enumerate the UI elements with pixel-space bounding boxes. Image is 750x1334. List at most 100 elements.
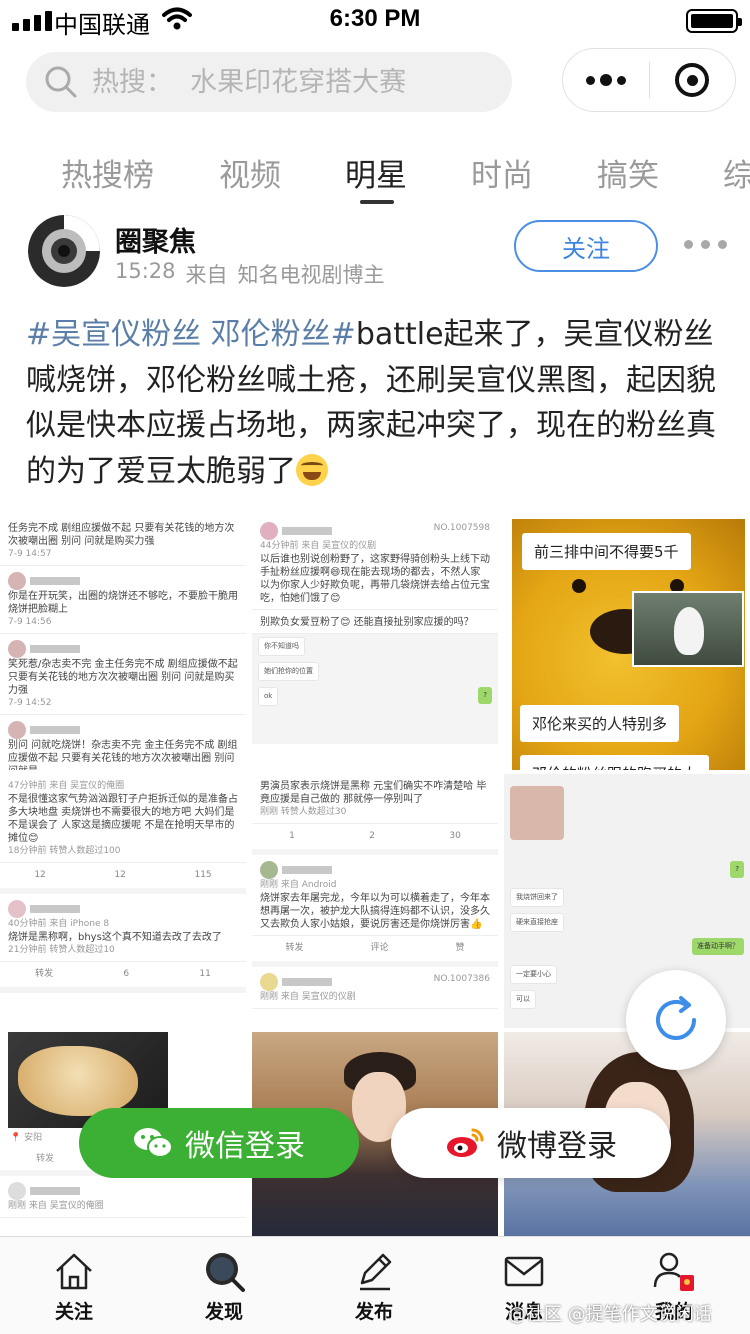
- post-stats: 18分钟前 转赞人数超过100: [8, 846, 121, 856]
- tab-more[interactable]: 综: [723, 150, 750, 195]
- like-count: 115: [194, 870, 212, 880]
- search-icon: [45, 66, 77, 98]
- post-row: 刚刚 来自 Android 烧饼家去年屠完龙，今年以为可以横着走了，今年本想再屠…: [252, 855, 498, 936]
- comment-row: 你是在开玩笑，出圈的烧饼还不够吃，不要脸干脆用烧饼把脸糊上 7-9 14:56: [0, 566, 246, 634]
- mail-icon: [504, 1256, 544, 1287]
- post-actions: 转发 评论 赞: [252, 936, 498, 967]
- avatar: [8, 572, 26, 590]
- comment-text: 笑死惹/杂志卖不完 金主任务完不成 剧组应援做不起 只要有关花钱的地方次次被嘲出…: [8, 659, 238, 696]
- author-avatar[interactable]: [28, 215, 100, 287]
- comment-row: 任务完不成 剧组应援做不起 只要有关花钱的地方次次被嘲出圈 别问 问就是购买力强…: [0, 516, 246, 566]
- bottom-tab-label: 发现: [204, 1301, 243, 1323]
- chat-bubble: 你不知道吗: [258, 637, 305, 656]
- comment-text: 你是在开玩笑，出圈的烧饼还不够吃，不要脸干脆用烧饼把脸糊上: [8, 591, 238, 615]
- follow-button[interactable]: 关注: [514, 220, 658, 272]
- post-source-prefix: 来自: [185, 263, 228, 287]
- search-input[interactable]: [92, 66, 492, 98]
- image-post-screenshot-3[interactable]: 47分钟前 来自 吴宣仪的俺圈 不是很懂这家气势汹汹跟钉子户拒拆迁似的是准备占多…: [0, 774, 246, 1028]
- image-caption: 邓伦来买的人特别多: [520, 705, 680, 742]
- battery-icon: [686, 9, 742, 33]
- tab-star[interactable]: 明星: [345, 150, 407, 195]
- comment-time: 7-9 14:56: [8, 617, 52, 627]
- comment-row: 别问 问就吃烧饼！杂志卖不完 金主任务完不成 剧组应援做不起 只要有关花钱的地方…: [0, 715, 246, 770]
- tab-funny[interactable]: 搞笑: [597, 150, 659, 195]
- mini-program-capsule: [562, 48, 736, 112]
- post-row: NO.1007386 刚刚 来自 吴宣仪的仪剧: [252, 967, 498, 1009]
- like-count: 11: [199, 969, 211, 979]
- comment-row: 笑死惹/杂志卖不完 金主任务完不成 剧组应援做不起 只要有关花钱的地方次次被嘲出…: [0, 634, 246, 715]
- avatar: [260, 522, 278, 540]
- image-caption: 前三排中间不得要5千: [522, 533, 691, 570]
- image-pooh-bear[interactable]: 前三排中间不得要5千 邓伦来买的人特别多 邓伦的粉丝跟的跑买的大: [512, 519, 745, 770]
- wechat-login-button[interactable]: 微信登录: [79, 1108, 359, 1178]
- more-options-button[interactable]: [563, 49, 649, 111]
- comment-time: 7-9 14:52: [8, 698, 52, 708]
- bottom-tab-discover[interactable]: 发现: [174, 1237, 274, 1334]
- hashtag-link[interactable]: #吴宣仪粉丝 邓伦粉丝#: [26, 317, 356, 352]
- search-bar[interactable]: [26, 52, 512, 112]
- repost-label: 转发: [285, 943, 304, 953]
- post-text: 别欺负女爱豆粉了😊 还能直接扯别家应援的吗？: [260, 617, 474, 628]
- dot-icon: [585, 75, 595, 85]
- close-mini-program-button[interactable]: [650, 49, 736, 111]
- dot-icon: [718, 240, 727, 249]
- chat-bubble: ok: [258, 687, 279, 706]
- tab-hot-search[interactable]: 热搜榜: [61, 150, 154, 195]
- post-meta: 47分钟前 来自 吴宣仪的俺圈: [8, 781, 125, 791]
- comment-count: 12: [114, 870, 126, 880]
- avatar: [8, 640, 26, 658]
- post-time: 15:28: [115, 259, 176, 283]
- like-label: 赞: [455, 943, 465, 953]
- post-meta: 44分钟前 来自 吴宣仪的仪剧: [260, 541, 377, 551]
- avatar: [8, 1182, 26, 1200]
- post-body: #吴宣仪粉丝 邓伦粉丝#battle起来了，吴宣仪粉丝喊烧饼，邓伦粉丝喊土疮，还…: [26, 312, 726, 494]
- post-row: 男演员家表示烧饼是黑称 元宝们确实不咋清楚哈 毕竟应援是自己做的 那就停一停别叫…: [252, 774, 498, 824]
- post-more-button[interactable]: [684, 240, 727, 249]
- refresh-button[interactable]: [626, 970, 726, 1070]
- post-stats: 21分钟前 转赞人数超过10: [8, 945, 115, 955]
- wechat-login-label: 微信登录: [185, 1129, 305, 1164]
- image-comments-screenshot-1[interactable]: 任务完不成 剧组应援做不起 只要有关花钱的地方次次被嘲出圈 别问 问就是购买力强…: [0, 516, 246, 770]
- dot-icon: [684, 240, 693, 249]
- wechat-icon: [134, 1128, 173, 1158]
- chat-bubble: ?: [478, 687, 492, 704]
- post-actions: 12 12 115: [0, 863, 246, 894]
- eye: [572, 579, 586, 593]
- tab-video[interactable]: 视频: [219, 150, 281, 195]
- image-post-screenshot-4[interactable]: 男演员家表示烧饼是黑称 元宝们确实不咋清楚哈 毕竟应援是自己做的 那就停一停别叫…: [252, 774, 498, 1028]
- post-row: 40分钟前 来自 iPhone 8 烧饼是黑称啊，bhys这个真不知道去改了去改…: [0, 894, 246, 962]
- weibo-login-label: 微博登录: [497, 1129, 617, 1164]
- bottom-tab-follow[interactable]: 关注: [24, 1237, 124, 1334]
- image-post-screenshot-2[interactable]: NO.1007598 44分钟前 来自 吴宣仪的仪剧 以后谁也别说创粉野了，这家…: [252, 516, 498, 770]
- weibo-icon: [447, 1128, 484, 1157]
- comment-label: 评论: [370, 943, 389, 953]
- post-meta: 40分钟前 来自 iPhone 8: [8, 919, 110, 929]
- tab-fashion[interactable]: 时尚: [471, 150, 533, 195]
- comment-count: 6: [123, 969, 130, 979]
- post-text: 烧饼家去年屠完龙，今年以为可以横着走了，今年本想再屠一次，被护龙大队搞得连妈都不…: [260, 893, 490, 930]
- camera-lens-icon: [28, 215, 100, 287]
- avatar: [8, 900, 26, 918]
- repost-count: 1: [289, 831, 295, 841]
- post-meta: 15:28 来自 知名电视剧博主: [115, 259, 385, 289]
- dot-icon: [701, 240, 710, 249]
- fan-badge: NO.1007386: [433, 974, 490, 984]
- avatar: [260, 973, 278, 991]
- bottom-tab-publish[interactable]: 发布: [324, 1237, 424, 1334]
- post-row: NO.1007598 44分钟前 来自 吴宣仪的仪剧 以后谁也别说创粉野了，这家…: [252, 516, 498, 610]
- post-text: 烧饼是黑称啊，bhys这个真不知道去改了去改了: [8, 932, 222, 943]
- post-row: 47分钟前 来自 吴宣仪的俺圈 不是很懂这家气势汹汹跟钉子户拒拆迁似的是准备占多…: [0, 774, 246, 863]
- bottom-tab-label: 发布: [354, 1301, 393, 1323]
- status-bar: 中国联通 6:30 PM: [0, 0, 750, 40]
- author-name[interactable]: 圈聚焦: [115, 220, 196, 259]
- chat-bubble: 我烧饼回来了: [510, 888, 564, 907]
- repost-label: 转发: [35, 969, 54, 979]
- chat-bubble: ?: [730, 861, 744, 878]
- weibo-login-button[interactable]: 微博登录: [391, 1108, 671, 1178]
- post-actions: 转发 6 11: [0, 962, 246, 993]
- fan-badge: NO.1007598: [433, 523, 490, 533]
- post-text: 不是很懂这家气势汹汹跟钉子户拒拆迁似的是准备占多大块地盘 卖烧饼也不需要很大的地…: [8, 794, 238, 844]
- post-source: 知名电视剧博主: [237, 263, 385, 287]
- home-icon: [56, 1253, 92, 1290]
- like-count: 30: [449, 831, 461, 841]
